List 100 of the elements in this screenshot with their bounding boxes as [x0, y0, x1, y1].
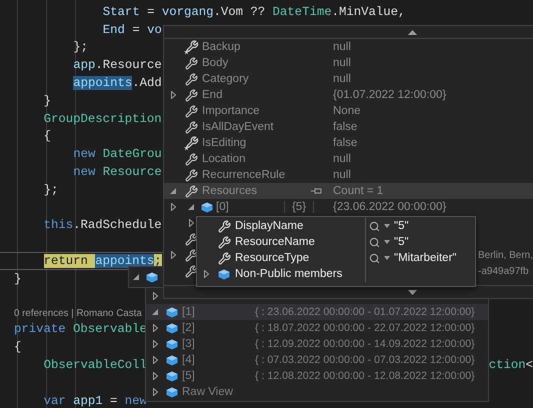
code-line: Start = vorgang.Vom ?? DateTime.MinValue,: [102, 4, 406, 19]
cube-icon: [146, 272, 158, 282]
code-line: End = vo: [102, 22, 162, 37]
pin-icon[interactable]: [311, 187, 323, 195]
code-line: }: [44, 94, 51, 108]
search-icon[interactable]: [368, 220, 380, 232]
member-name: ResourceType: [235, 252, 310, 264]
wrench-icon: [184, 88, 198, 102]
code-text: ction<: [488, 358, 533, 372]
caret-icon[interactable]: [384, 256, 390, 260]
code-line: ObservableColl: [44, 358, 147, 372]
item-value: { : 12.09.2022 00:00:00 - 14.09.2022 12:00:00}: [255, 338, 475, 350]
item-name: [5]: [182, 370, 195, 382]
code-line: {: [44, 129, 51, 144]
property-value: null: [333, 153, 352, 165]
property-value: null: [333, 73, 352, 85]
property-value: false: [333, 121, 358, 133]
property-value: {23.06.2022 00:00:00}: [333, 201, 448, 213]
property-name: Backup: [202, 41, 240, 53]
property-value: Count = 1: [333, 185, 384, 197]
wrench-icon: [184, 120, 198, 134]
wrench-icon: [184, 56, 198, 70]
property-value: null: [333, 169, 352, 181]
code-line: };: [44, 182, 58, 197]
code-line: appoints.Add: [73, 76, 162, 90]
property-value: -a949a97fb: [478, 266, 529, 277]
code-line: new DateGrou: [73, 147, 162, 162]
wrench-icon: [218, 220, 230, 232]
wrench-star-icon: [184, 136, 198, 150]
property-value: {01.07.2022 12:00:00}: [333, 89, 448, 101]
wrench-icon: [184, 264, 198, 278]
scroll-up-arrow-icon[interactable]: [408, 30, 417, 34]
property-name: End: [202, 89, 222, 101]
code-line: GroupDescription: [44, 112, 162, 126]
item-value: { : 12.08.2022 00:00:00 - 12.08.2022 12:00:00}: [255, 370, 475, 382]
cube-icon: [166, 306, 178, 318]
triangle-right-icon[interactable]: [152, 340, 158, 348]
property-value: false: [333, 137, 358, 149]
cube-icon: [166, 386, 178, 398]
item-value: { : 23.06.2022 00:00:00 - 01.07.2022 12:00:00}: [255, 306, 475, 318]
caret-icon[interactable]: [384, 224, 390, 228]
wrench-icon: [184, 152, 198, 166]
cube-icon: [218, 268, 230, 280]
triangle-right-icon[interactable]: [152, 356, 158, 364]
wrench-icon: [218, 252, 230, 264]
triangle-down-icon[interactable]: [133, 274, 139, 280]
wrench-icon: [184, 248, 198, 262]
triangle-right-icon[interactable]: [152, 324, 158, 332]
item-name: Raw View: [182, 386, 233, 398]
triangle-right-icon[interactable]: [204, 270, 208, 278]
property-value: None: [333, 105, 362, 117]
cube-icon: [166, 370, 178, 382]
triangle-right-icon[interactable]: [170, 203, 176, 211]
member-name: ResourceName: [235, 236, 315, 248]
triangle-down-icon[interactable]: [170, 188, 176, 194]
code-line: }: [14, 272, 22, 286]
code-line: this.RadSchedule: [44, 218, 162, 232]
caret-icon[interactable]: [384, 240, 390, 244]
member-name: DisplayName: [235, 220, 304, 232]
triangle-right-icon[interactable]: [170, 91, 176, 99]
item-value: { : 18.07.2022 00:00:00 - 22.07.2022 12:00:00}: [255, 322, 475, 334]
triangle-down-icon[interactable]: [152, 309, 158, 315]
member-value: "Mitarbeiter": [393, 252, 458, 264]
item-name: [1]: [182, 306, 195, 318]
property-value: Berlin, Bern,: [478, 250, 533, 261]
item-value: { : 07.03.2022 00:00:00 - 07.03.2022 12:00:00}: [255, 354, 475, 366]
triangle-right-icon[interactable]: [152, 388, 158, 396]
member-value: "5": [393, 236, 410, 248]
triangle-right-icon[interactable]: [188, 219, 194, 227]
code-line: new Resource: [73, 165, 162, 180]
code-line: return appoints;: [44, 254, 162, 268]
property-name: Resources: [202, 185, 257, 197]
code-line: };: [73, 40, 88, 54]
member-name: Non-Public members: [235, 268, 342, 280]
property-name: [0]: [216, 201, 229, 213]
cube-icon: [201, 202, 213, 212]
wrench-icon: [184, 104, 198, 118]
triangle-right-icon[interactable]: [152, 372, 158, 380]
code-lens-text[interactable]: 0 references | Romano Casta: [14, 308, 142, 319]
wrench-star-icon: [184, 40, 198, 54]
wrench-icon: [184, 184, 198, 198]
property-value: null: [333, 41, 352, 53]
item-name: [3]: [182, 338, 195, 350]
cube-icon: [166, 354, 178, 366]
property-name: Body: [202, 57, 228, 69]
code-line: app.Resource: [73, 58, 162, 72]
property-name: RecurrenceRule: [202, 169, 286, 181]
wrench-icon: [218, 236, 230, 248]
item-name: [2]: [182, 322, 195, 334]
search-icon[interactable]: [368, 252, 380, 264]
search-icon[interactable]: [368, 236, 380, 248]
triangle-down-icon[interactable]: [188, 204, 194, 210]
code-line: {: [14, 340, 22, 354]
count-text: {5}: [284, 201, 314, 213]
wrench-icon: [184, 168, 198, 182]
scroll-down-arrow-icon[interactable]: [408, 290, 417, 294]
property-value: null: [333, 57, 352, 69]
code-line: private Observable: [14, 322, 147, 336]
triangle-right-icon[interactable]: [170, 251, 176, 259]
triangle-right-icon[interactable]: [152, 292, 158, 300]
